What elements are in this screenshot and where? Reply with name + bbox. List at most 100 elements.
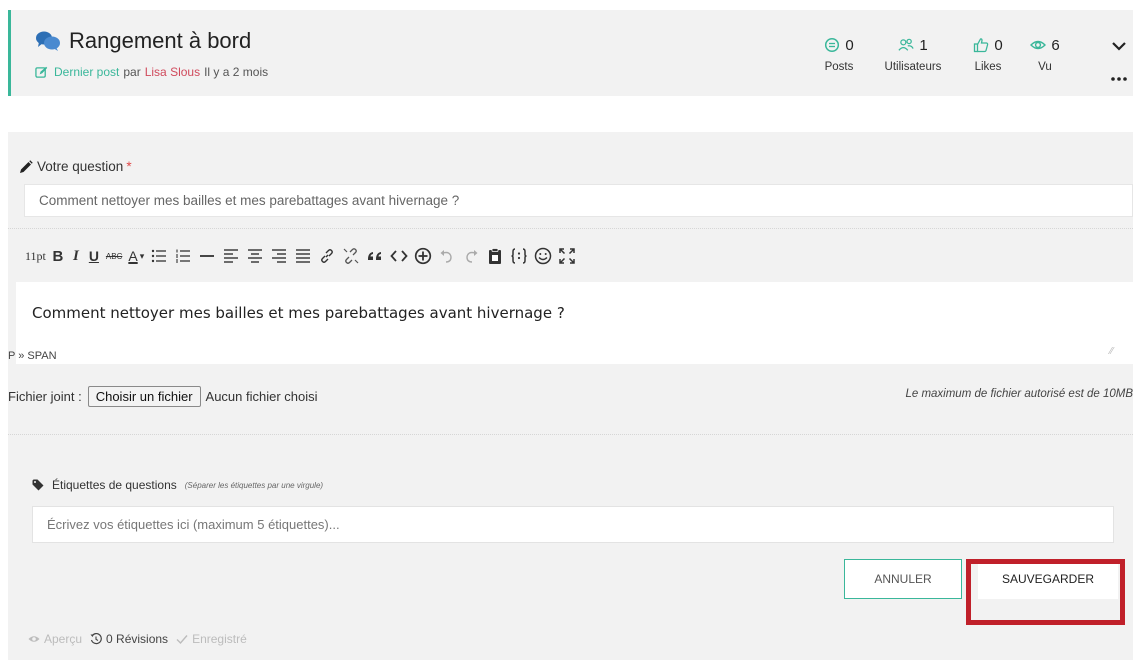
bold-button[interactable]: B xyxy=(49,244,67,268)
braces-icon xyxy=(511,248,527,264)
stat-users-label: Utilisateurs xyxy=(884,61,942,73)
topic-header: Rangement à bord Dernier post par Lisa S… xyxy=(8,10,1133,96)
posts-icon xyxy=(825,37,840,53)
pencil-icon xyxy=(20,159,33,173)
undo-button[interactable] xyxy=(435,244,459,268)
resize-handle-icon[interactable]: ⁄⁄ xyxy=(1110,346,1113,357)
stat-users: 1 Utilisateurs xyxy=(873,35,953,74)
link-icon xyxy=(321,249,334,263)
align-center-icon xyxy=(248,249,263,263)
source-code-button[interactable] xyxy=(507,244,531,268)
question-input[interactable]: Comment nettoyer mes bailles et mes pare… xyxy=(24,184,1133,217)
stat-likes: 0 Likes xyxy=(966,35,1010,73)
topic-title-row: Rangement à bord xyxy=(35,28,251,54)
underline-button[interactable]: U xyxy=(85,244,103,268)
redo-icon xyxy=(466,250,478,263)
last-post-author-link[interactable]: Lisa Slous xyxy=(145,65,200,79)
bullet-list-button[interactable] xyxy=(147,244,171,268)
edit-icon xyxy=(35,66,48,78)
tags-hint: (Séparer les étiquettes par une virgule) xyxy=(184,480,324,490)
unlink-icon xyxy=(343,248,359,264)
redo-button[interactable] xyxy=(459,244,483,268)
chevron-down-icon[interactable] xyxy=(1108,36,1130,56)
quote-icon xyxy=(368,252,382,260)
last-post-time: Il y a 2 mois xyxy=(204,65,269,79)
users-icon xyxy=(898,38,914,51)
question-form: Votre question * Comment nettoyer mes ba… xyxy=(8,132,1133,660)
tags-input-placeholder: Écrivez vos étiquettes ici (maximum 5 ét… xyxy=(47,517,340,532)
required-mark: * xyxy=(126,159,132,174)
stat-posts-value: 0 xyxy=(845,36,854,54)
justify-button[interactable] xyxy=(291,244,315,268)
stat-views: 6 Vu xyxy=(1023,35,1067,73)
more-options-icon[interactable] xyxy=(1108,74,1130,84)
check-icon xyxy=(176,635,188,645)
stat-views-label: Vu xyxy=(1038,61,1052,73)
question-input-value: Comment nettoyer mes bailles et mes pare… xyxy=(39,193,460,208)
preview-link[interactable]: Aperçu xyxy=(28,632,82,646)
text-color-button[interactable]: A ▾ xyxy=(125,244,147,268)
file-status: Aucun fichier choisi xyxy=(205,388,318,404)
code-icon xyxy=(390,250,408,262)
fullscreen-icon xyxy=(559,248,575,264)
file-attachment-row: Fichier joint : Choisir un fichier Aucun… xyxy=(8,384,1133,408)
emoji-button[interactable] xyxy=(531,244,555,268)
saved-status: Enregistré xyxy=(176,632,247,646)
thumbs-up-icon xyxy=(974,38,989,53)
history-icon xyxy=(90,633,102,645)
insert-button[interactable] xyxy=(411,244,435,268)
plus-circle-icon xyxy=(415,247,432,265)
last-post-link[interactable]: Dernier post xyxy=(54,65,119,79)
stat-likes-label: Likes xyxy=(974,61,1002,73)
last-post-info: Dernier post par Lisa Slous Il y a 2 moi… xyxy=(35,65,268,79)
tag-icon xyxy=(32,479,44,491)
clipboard-icon xyxy=(489,248,502,264)
numbered-list-icon xyxy=(176,249,191,263)
insert-link-button[interactable] xyxy=(315,244,339,268)
revisions-link[interactable]: 0 Révisions xyxy=(90,632,168,646)
italic-button[interactable]: I xyxy=(67,244,85,268)
editor-status-bar: Aperçu 0 Révisions Enregistré xyxy=(28,632,255,646)
font-size-button[interactable]: 11pt xyxy=(22,244,49,268)
eye-icon xyxy=(28,636,40,642)
save-highlight-frame xyxy=(966,559,1125,625)
question-label: Votre question xyxy=(37,159,124,174)
stat-posts: 0 Posts xyxy=(817,35,861,74)
align-right-button[interactable] xyxy=(267,244,291,268)
unlink-button[interactable] xyxy=(339,244,363,268)
bullet-list-icon xyxy=(152,249,167,263)
align-center-button[interactable] xyxy=(243,244,267,268)
editor-element-path: P » SPAN xyxy=(8,350,57,362)
tags-label: Étiquettes de questions xyxy=(52,478,177,492)
blockquote-button[interactable] xyxy=(363,244,387,268)
horizontal-rule-button[interactable] xyxy=(195,244,219,268)
file-max-size-note: Le maximum de fichier autorisé est de 10… xyxy=(905,388,1133,400)
paste-button[interactable] xyxy=(483,244,507,268)
cancel-button[interactable]: ANNULER xyxy=(844,559,962,599)
code-button[interactable] xyxy=(387,244,411,268)
align-right-icon xyxy=(272,249,287,263)
chat-bubbles-icon xyxy=(36,31,60,51)
eye-icon xyxy=(1030,40,1047,50)
file-label: Fichier joint : xyxy=(8,388,82,404)
horizontal-rule-icon xyxy=(200,255,215,257)
editor-toolbar: 11pt B I U ABC A ▾ xyxy=(22,242,579,270)
saved-label: Enregistré xyxy=(192,632,247,646)
divider xyxy=(8,434,1133,435)
stat-posts-label: Posts xyxy=(824,61,854,73)
last-post-by: par xyxy=(123,65,141,79)
stat-views-value: 6 xyxy=(1051,36,1060,54)
strikethrough-button[interactable]: ABC xyxy=(103,244,125,268)
text-color-label: A xyxy=(128,248,138,264)
tags-input[interactable]: Écrivez vos étiquettes ici (maximum 5 ét… xyxy=(32,506,1114,543)
fullscreen-button[interactable] xyxy=(555,244,579,268)
align-left-icon xyxy=(224,249,239,263)
preview-label: Aperçu xyxy=(44,632,83,646)
choose-file-button[interactable]: Choisir un fichier xyxy=(87,385,201,407)
numbered-list-button[interactable] xyxy=(171,244,195,268)
align-left-button[interactable] xyxy=(219,244,243,268)
rich-text-editor[interactable]: Comment nettoyer mes bailles et mes pare… xyxy=(16,282,1133,364)
tags-label-row: Étiquettes de questions (Séparer les éti… xyxy=(32,478,323,492)
smiley-icon xyxy=(534,247,552,265)
undo-icon xyxy=(440,250,452,263)
